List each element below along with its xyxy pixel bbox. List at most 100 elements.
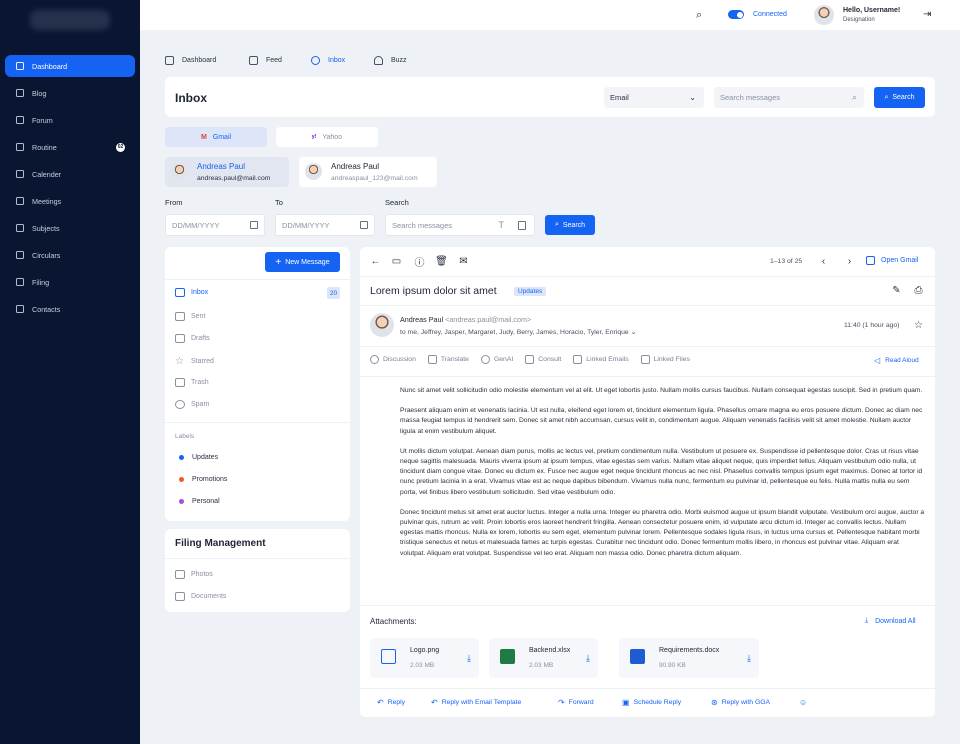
account-card-1[interactable]: Andreas Paul andreas.paul@mail.com (165, 157, 289, 187)
sidebar-item-meetings[interactable]: Meetings (5, 190, 135, 212)
label-dot (179, 477, 184, 482)
folder-drafts[interactable]: Drafts (175, 334, 210, 343)
message-subject: Lorem ipsum dolor sit amet (370, 285, 497, 297)
read-aloud-button[interactable]: ◁ Read Aloud (874, 356, 919, 365)
calendar-icon (360, 221, 368, 229)
message-time: 11:40 (1 hour ago) (844, 322, 900, 329)
attachment-name: Backend.xlsx (529, 647, 571, 654)
translate-button[interactable]: Translate (427, 355, 469, 364)
emoji-button[interactable]: ☺ (799, 698, 811, 707)
delete-icon[interactable]: 🗑 (435, 256, 448, 267)
sidebar-item-circulars[interactable]: Circulars (5, 244, 135, 266)
topbar: ⌕ Connected Hello, Username! Designation… (140, 0, 960, 30)
connection-toggle[interactable] (728, 10, 744, 19)
print-icon[interactable]: ⎙ (913, 285, 924, 296)
logout-icon[interactable]: ⇥ (923, 9, 931, 20)
attachment-card[interactable]: Requirements.docx 90.90 KB ⤓ (619, 638, 759, 678)
sidebar-item-routine[interactable]: Routine 02 (5, 136, 135, 158)
filter-search-button[interactable]: ⌕ Search (545, 215, 595, 235)
attachment-filter-icon (518, 220, 526, 230)
label-updates[interactable]: Updates (175, 454, 218, 461)
folder-inbox[interactable]: Inbox (175, 288, 208, 297)
chat-icon (311, 56, 320, 65)
star-icon[interactable]: ☆ (913, 320, 924, 331)
file-icon (640, 355, 650, 364)
account-card-2[interactable]: Andreas Paul andreaspaul_123@mail.com (299, 157, 437, 187)
forward-button[interactable]: ↷ Forward (558, 698, 594, 707)
attachment-card[interactable]: Backend.xlsx 2.03 MB ⤓ (489, 638, 598, 678)
sidebar-item-forum[interactable]: Forum (5, 109, 135, 131)
from-label: From (165, 198, 183, 207)
consult-button[interactable]: Consult (525, 355, 561, 364)
filing-documents[interactable]: Documents (175, 592, 226, 601)
pagination: 1–13 of 25 (770, 258, 803, 265)
sidebar-item-contacts[interactable]: Contacts (5, 298, 135, 320)
reply-gga-button[interactable]: ⊛ Reply with GGA (711, 698, 770, 707)
page-title: Inbox (175, 91, 207, 105)
download-icon[interactable]: ⤓ (747, 653, 751, 664)
sidebar-item-filing[interactable]: Filing (5, 271, 135, 293)
tab-dashboard[interactable]: Dashboard (165, 56, 216, 65)
message-search-input[interactable]: Search messages T (385, 214, 535, 236)
calendar-icon (250, 221, 258, 229)
contacts-icon (16, 305, 24, 313)
tab-feed[interactable]: Feed (249, 56, 282, 65)
sender-info: Andreas Paul <andreas.paul@mail.com> (400, 315, 531, 324)
new-message-button[interactable]: + New Message (265, 252, 340, 272)
from-date-input[interactable]: DD/MM/YYYY (165, 214, 265, 236)
reply-button[interactable]: ↶ Reply (377, 698, 405, 707)
search-icon: ⌕ (851, 92, 857, 102)
attachment-card[interactable]: Logo.png 2.03 MB ⤓ (370, 638, 479, 678)
recipients[interactable]: to me, Jeffrey, Jasper, Margaret, Judy, … (400, 328, 636, 336)
folder-starred[interactable]: ☆ Starred (175, 356, 214, 367)
yahoo-tab[interactable]: y! Yahoo (276, 127, 378, 147)
subjects-icon (16, 224, 24, 232)
open-gmail-link[interactable]: Open Gmail (866, 256, 918, 265)
sidebar-item-dashboard[interactable]: Dashboard (5, 55, 135, 77)
star-icon: ☆ (175, 356, 184, 367)
linked-emails-button[interactable]: Linked Emails (573, 355, 629, 364)
label-promotions[interactable]: Promotions (175, 476, 227, 483)
schedule-reply-button[interactable]: ▣ Schedule Reply (622, 698, 681, 707)
image-icon (175, 570, 185, 579)
genai-button[interactable]: GenAI (480, 355, 513, 364)
body-paragraph: Praesent aliquam enim et venenatis lacin… (400, 407, 923, 435)
sidebar-item-subjects[interactable]: Subjects (5, 217, 135, 239)
sender-name: Andreas Paul (400, 315, 444, 324)
linked-files-button[interactable]: Linked Files (640, 355, 690, 364)
search-icon[interactable]: ⌕ (696, 9, 702, 22)
download-all-button[interactable]: ⤓ Download All (865, 617, 916, 625)
search-input[interactable]: Search messages ⌕ (714, 87, 864, 108)
discussion-button[interactable]: Discussion (370, 355, 416, 364)
gmail-tab[interactable]: M Gmail (165, 127, 267, 147)
folder-trash[interactable]: Trash (175, 378, 209, 387)
reply-template-button[interactable]: ↶ Reply with Email Template (431, 698, 521, 707)
label-dot (179, 499, 184, 504)
tab-inbox[interactable]: Inbox (311, 56, 345, 65)
sidebar-item-calender[interactable]: Calender (5, 163, 135, 185)
next-page-icon[interactable]: › (844, 256, 855, 267)
message-toolbar: Discussion Translate GenAI Consult Linke… (370, 355, 702, 364)
tab-buzz[interactable]: Buzz (374, 56, 407, 65)
download-icon[interactable]: ⤓ (586, 653, 590, 664)
back-arrow-icon[interactable]: ← (370, 256, 381, 267)
word-file-icon (630, 649, 645, 664)
search-button[interactable]: ⌕ Search (874, 87, 925, 108)
pin-icon[interactable]: ✎ (891, 285, 902, 296)
inbox-count-badge: 20 (327, 287, 340, 299)
mark-unread-icon[interactable]: ✉ (458, 256, 469, 267)
provider-select[interactable]: Email ⌄ (604, 87, 704, 108)
folder-sent[interactable]: Sent (175, 312, 205, 321)
archive-icon[interactable]: ▭ (391, 256, 402, 267)
sidebar-item-blog[interactable]: Blog (5, 82, 135, 104)
label-personal[interactable]: Personal (175, 498, 220, 505)
info-icon[interactable]: ⓘ (414, 256, 425, 269)
user-role: Designation (843, 17, 875, 23)
prev-page-icon[interactable]: ‹ (818, 256, 829, 267)
circulars-icon (16, 251, 24, 259)
user-avatar[interactable] (814, 5, 834, 25)
to-date-input[interactable]: DD/MM/YYYY (275, 214, 375, 236)
filing-photos[interactable]: Photos (175, 570, 213, 579)
folder-spam[interactable]: Spam (175, 400, 209, 409)
download-icon[interactable]: ⤓ (467, 653, 471, 664)
